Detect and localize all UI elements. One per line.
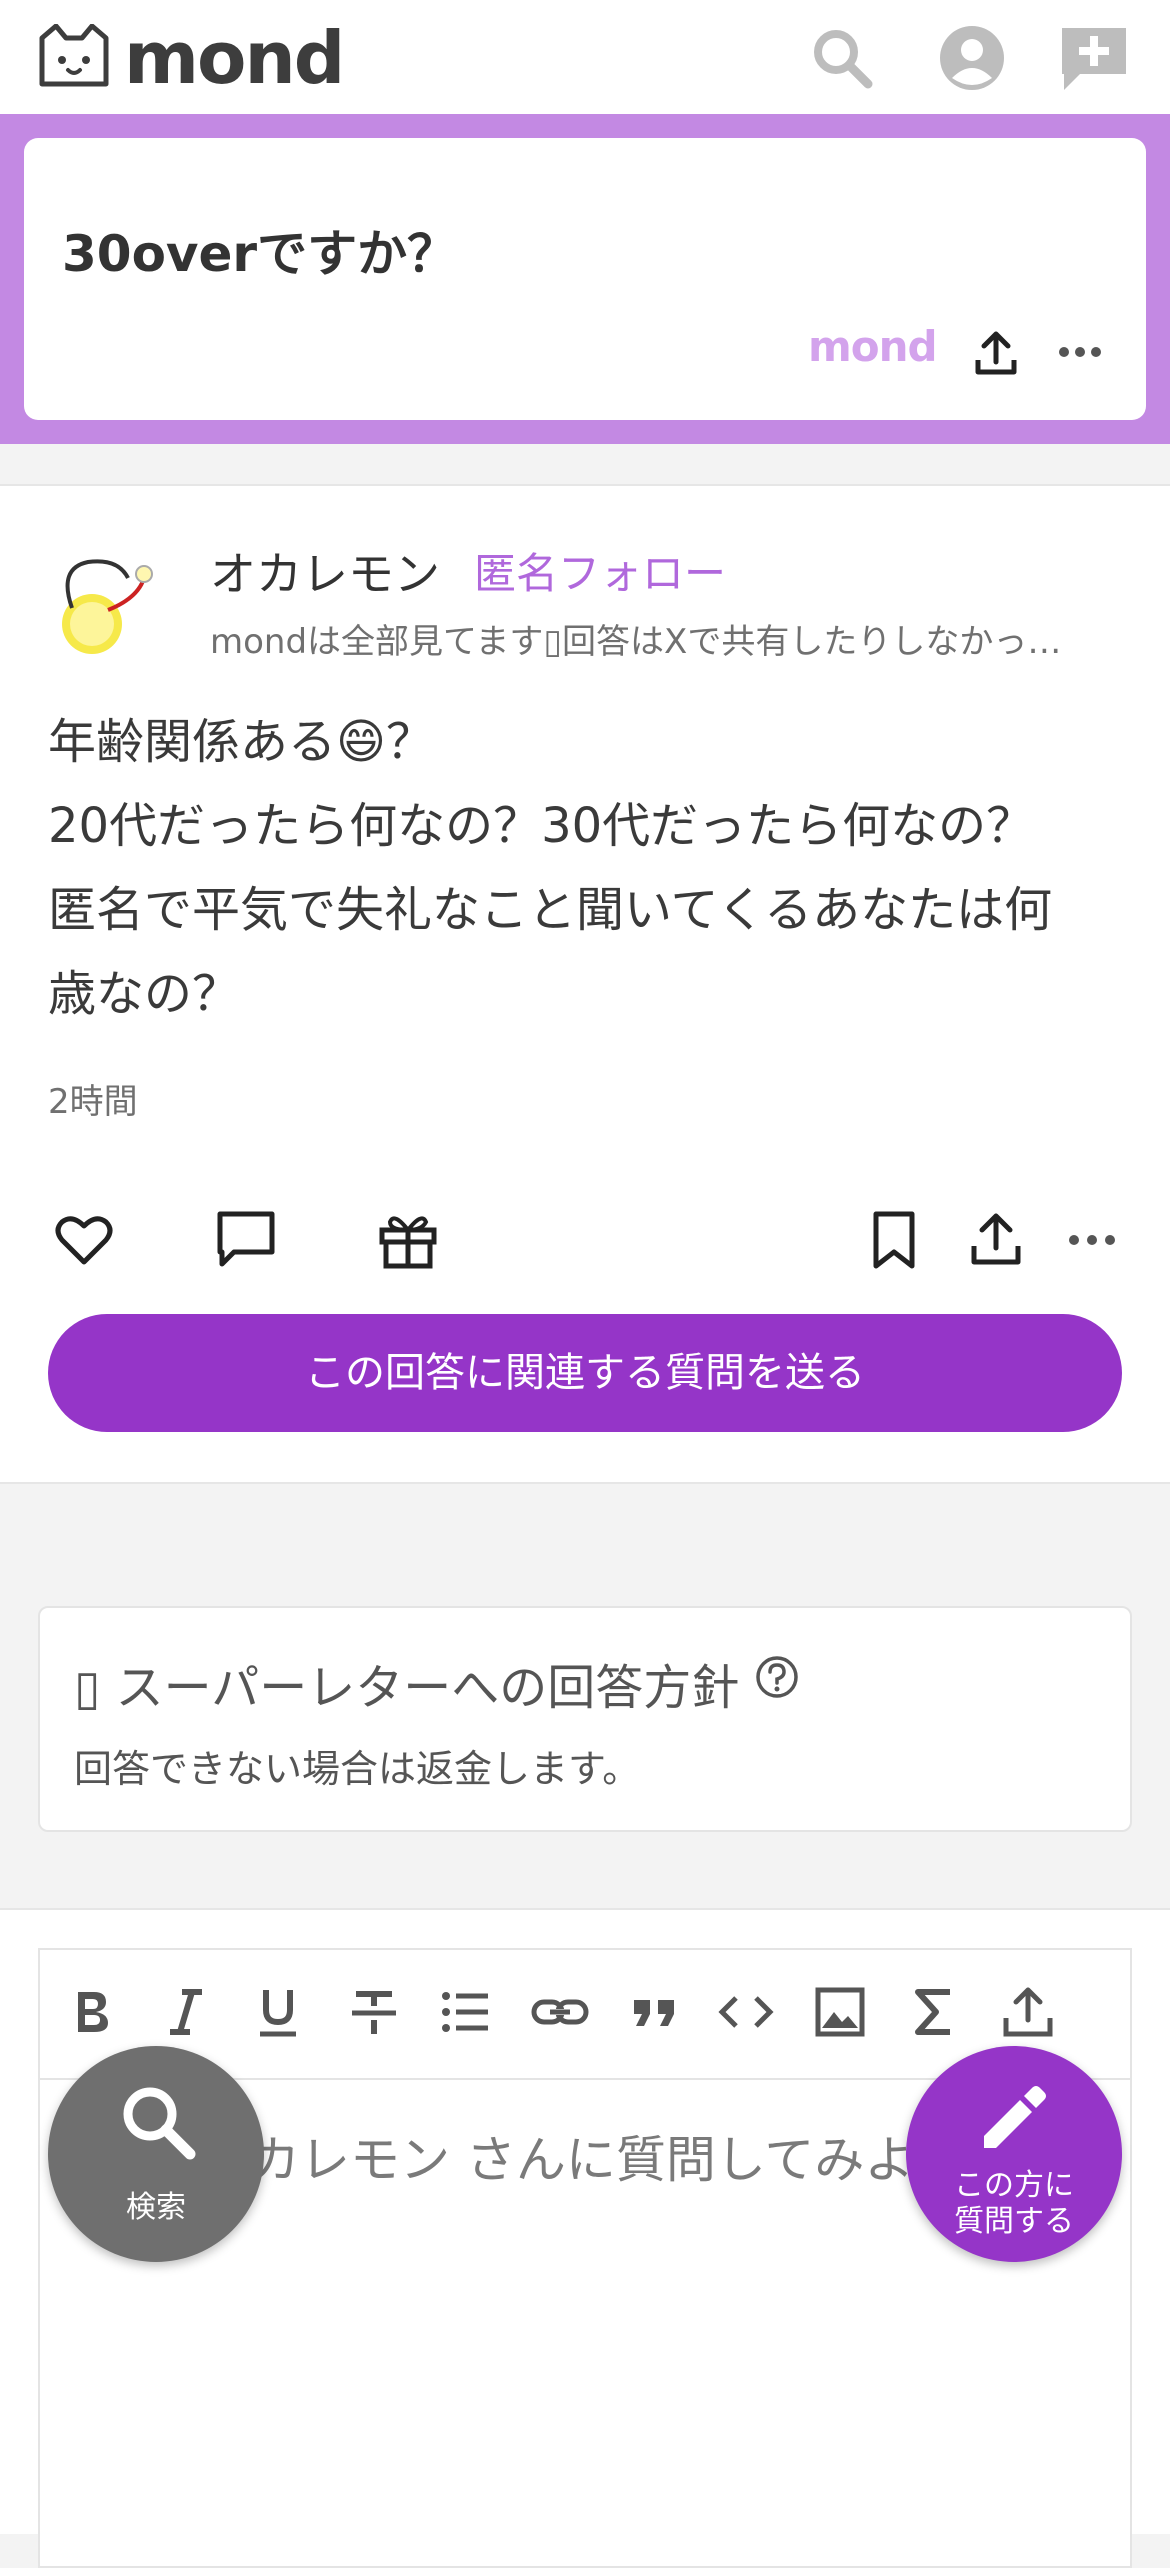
mond-watermark: mond	[808, 322, 938, 371]
sigma-icon[interactable]	[904, 1982, 964, 2042]
answer-line: 年齢関係ある😄？	[48, 714, 435, 770]
gift-icon[interactable]	[376, 1208, 440, 1272]
search-icon	[123, 2087, 196, 2160]
policy-card	[38, 1606, 1132, 1832]
policy-title: ▯ スーパーレターへの回答方針	[74, 1660, 740, 1716]
more-icon[interactable]	[1060, 1208, 1124, 1272]
mond-logo[interactable]: mond	[36, 16, 356, 100]
editor-placeholder: オカレモン さんに質問してみよう	[200, 2131, 965, 2189]
ask-fab-label-line2: 質問する	[954, 2204, 1074, 2239]
code-icon[interactable]	[716, 1982, 776, 2042]
search-fab-label: 検索	[126, 2190, 186, 2225]
help-icon[interactable]	[754, 1654, 800, 1700]
link-icon[interactable]	[530, 1982, 590, 2042]
cat-logo-icon	[39, 24, 109, 87]
ask-this-person-fab[interactable]: この方に 質問する	[906, 2046, 1122, 2262]
pencil-icon	[984, 2086, 1046, 2148]
answer-body: 年齢関係ある😄？ 20代だったら何なの？30代だったら何なの？ 匿名で平気で失礼…	[48, 700, 1108, 1036]
account-icon[interactable]	[936, 22, 1008, 94]
bold-icon[interactable]	[62, 1982, 122, 2042]
answer-line: 匿名で平気で失礼なこと聞いてくるあなたは何	[48, 882, 1053, 938]
avatar[interactable]	[48, 548, 164, 664]
strikethrough-icon[interactable]	[344, 1982, 404, 2042]
user-bio: mondは全部見てます▯回答はXで共有したりしなかっ…	[210, 622, 1062, 662]
comment-icon[interactable]	[214, 1208, 278, 1272]
more-icon[interactable]	[1056, 340, 1104, 364]
search-fab[interactable]: 検索	[48, 2046, 264, 2262]
quote-icon[interactable]	[624, 1982, 684, 2042]
search-icon[interactable]	[806, 22, 878, 94]
heart-icon[interactable]	[52, 1208, 116, 1272]
logo-text: mond	[124, 16, 345, 100]
underline-icon[interactable]	[248, 1982, 308, 2042]
question-text: 30overですか？	[62, 225, 458, 283]
italic-icon[interactable]	[156, 1982, 216, 2042]
policy-subtitle: 回答できない場合は返金します。	[74, 1747, 641, 1791]
new-question-icon[interactable]	[1058, 22, 1130, 94]
time-ago: 2時間	[48, 1082, 138, 1122]
user-name[interactable]: オカレモン	[210, 538, 440, 604]
image-icon[interactable]	[810, 1982, 870, 2042]
bullet-list-icon[interactable]	[436, 1982, 496, 2042]
anonymous-follow-link[interactable]: 匿名フォロー	[474, 540, 726, 601]
send-related-question-button[interactable]: この回答に関連する質問を送る	[48, 1314, 1122, 1432]
upload-icon[interactable]	[998, 1982, 1058, 2042]
answer-line: 歳なの？	[48, 966, 241, 1022]
share-icon[interactable]	[964, 1208, 1028, 1272]
answer-line: 20代だったら何なの？30代だったら何なの？	[48, 798, 1035, 854]
bookmark-icon[interactable]	[862, 1208, 926, 1272]
share-icon[interactable]	[972, 330, 1020, 378]
